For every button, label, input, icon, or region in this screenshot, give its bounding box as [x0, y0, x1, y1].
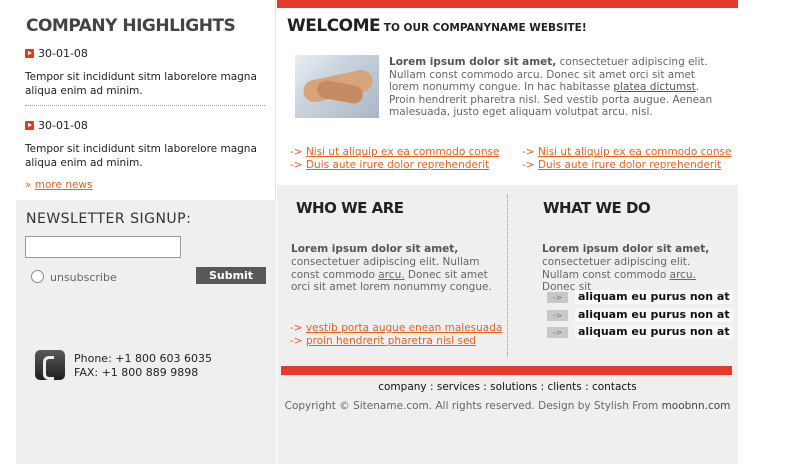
top-accent-bar — [277, 0, 738, 8]
list-item: -> proin hendrerit pharetra nisl sed — [290, 335, 477, 347]
main-content: WELCOME TO OUR COMPANYNAME WEBSITE! Lore… — [277, 0, 738, 464]
designer-link[interactable]: moobnn.com — [662, 400, 731, 412]
highlight-date: 30-01-08 — [25, 119, 88, 132]
welcome-title: WELCOME TO OUR COMPANYNAME WEBSITE! — [287, 16, 587, 36]
footer-link-clients[interactable]: clients — [547, 381, 581, 393]
arcu-link[interactable]: arcu. — [670, 269, 696, 281]
highlight-text: Tempor sit incididunt sitm laborelore ma… — [25, 143, 257, 169]
what-we-do-text: Lorem ipsum dolor sit amet, consectetuer… — [542, 243, 710, 294]
newsletter-title: NEWSLETTER SIGNUP: — [26, 211, 192, 227]
list-item: -> Nisi ut aliquip ex ea commodo conse — [290, 146, 500, 158]
more-news: » more news — [25, 179, 93, 191]
arrow-bullet-icon — [25, 49, 34, 58]
welcome-link[interactable]: Nisi ut aliquip ex ea commodo conse — [538, 146, 731, 158]
copyright: Copyright © Sitename.com. All rights res… — [284, 400, 731, 412]
list-item: -> aliquam eu purus non at — [547, 325, 733, 339]
more-news-link[interactable]: more news — [35, 179, 93, 191]
submit-button[interactable]: Submit — [196, 267, 266, 284]
divider — [25, 105, 265, 106]
welcome-link[interactable]: Duis aute irure dolor reprehenderit — [538, 159, 721, 171]
arcu-link[interactable]: arcu. — [378, 269, 404, 281]
arrow-bullet-icon — [25, 121, 34, 130]
footer-nav: company : services : solutions : clients… — [378, 381, 637, 393]
footer-link-services[interactable]: services — [437, 381, 480, 393]
list-item: -> vestib porta augue enean malesuada — [290, 322, 503, 334]
list-item: -> aliquam eu purus non at — [547, 290, 733, 304]
welcome-links-left: -> Nisi ut aliquip ex ea commodo conse -… — [290, 146, 499, 171]
phone-icon — [35, 350, 65, 380]
list-item: -> Duis aute irure dolor reprehenderit — [522, 158, 722, 171]
newsletter-email-input[interactable] — [25, 236, 181, 258]
left-sidebar: COMPANY HIGHLIGHTS 30-01-08 Tempor sit i… — [16, 0, 276, 464]
footer-link-company[interactable]: company — [378, 381, 426, 393]
highlight-date: 30-01-08 — [25, 47, 88, 60]
list-item: -> aliquam eu purus non at — [547, 308, 733, 322]
who-we-are-links: -> vestib porta augue enean malesuada ->… — [290, 322, 502, 348]
what-we-do-title: WHAT WE DO — [543, 199, 651, 217]
welcome-intro: Lorem ipsum dolor sit amet, consectetuer… — [389, 56, 713, 119]
who-we-are-title: WHO WE ARE — [296, 199, 404, 217]
highlights-title: COMPANY HIGHLIGHTS — [26, 16, 236, 36]
footer-link-solutions[interactable]: solutions — [490, 381, 537, 393]
unsubscribe-label: unsubscribe — [50, 271, 117, 284]
arrow-tag-icon: -> — [547, 326, 568, 338]
platea-link[interactable]: platea dictumst — [613, 81, 695, 93]
contact-fax: FAX: +1 800 889 9898 — [74, 366, 199, 379]
list-item: -> Nisi ut aliquip ex ea commodo conse — [522, 146, 732, 158]
footer-link-contacts[interactable]: contacts — [592, 381, 637, 393]
unsubscribe-radio[interactable] — [31, 270, 44, 283]
footer-accent-bar — [281, 366, 732, 375]
handshake-image — [295, 55, 379, 118]
who-we-are-text: Lorem ipsum dolor sit amet, consectetuer… — [291, 243, 492, 294]
arrow-tag-icon: -> — [547, 291, 568, 303]
who-link[interactable]: vestib porta augue enean malesuada — [306, 322, 502, 334]
list-item: -> Duis aute irure dolor reprehenderit — [290, 158, 490, 171]
welcome-link[interactable]: Duis aute irure dolor reprehenderit — [306, 159, 489, 171]
welcome-link[interactable]: Nisi ut aliquip ex ea commodo conse — [306, 146, 499, 158]
welcome-links-right: -> Nisi ut aliquip ex ea commodo conse -… — [522, 146, 731, 171]
highlight-text: Tempor sit incididunt sitm laborelore ma… — [25, 71, 257, 97]
arrow-tag-icon: -> — [547, 309, 568, 321]
who-link[interactable]: proin hendrerit pharetra nisl sed — [306, 335, 476, 347]
column-divider — [507, 195, 508, 357]
contact-phone: Phone: +1 800 603 6035 — [74, 352, 212, 365]
